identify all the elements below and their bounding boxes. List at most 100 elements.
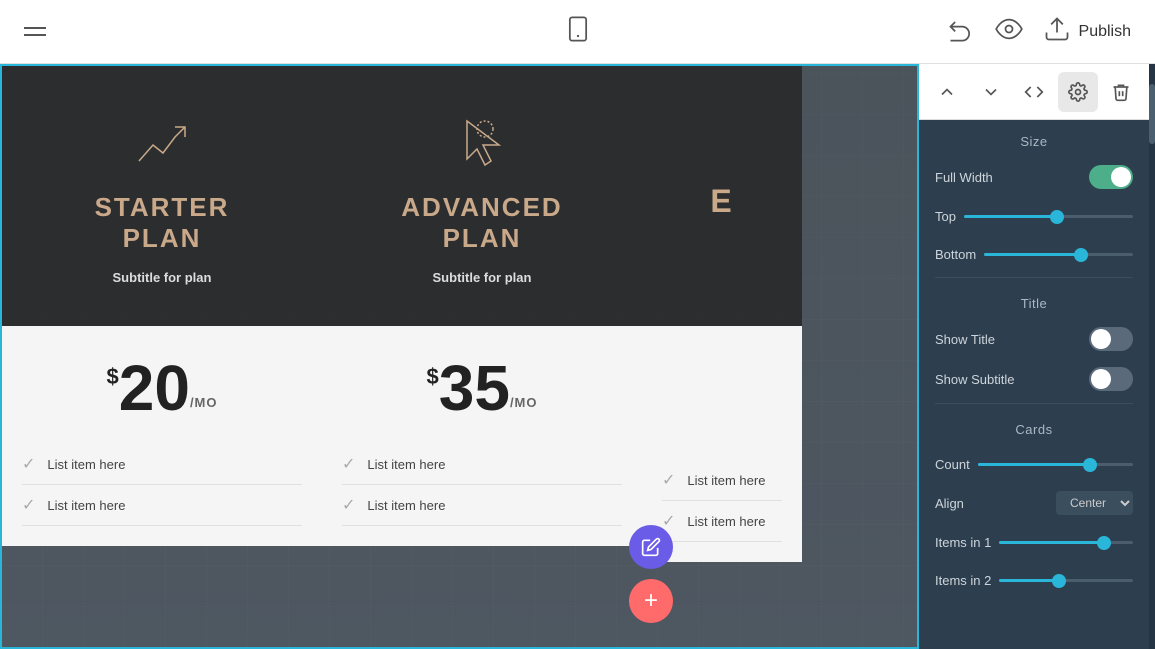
canvas[interactable]: STARTERPLAN Subtitle for plan $ 20 /MO ✓… <box>0 64 919 649</box>
items-in-1-slider[interactable] <box>999 541 1133 544</box>
starter-dollar: $ <box>107 364 119 390</box>
list-item-text: List item here <box>367 498 445 513</box>
items-in-1-label: Items in 1 <box>935 535 991 550</box>
items-in-1-row: Items in 1 <box>919 523 1149 561</box>
title-section-label: Title <box>919 282 1149 319</box>
scrollbar[interactable] <box>1149 64 1155 649</box>
preview-icon[interactable] <box>995 15 1023 48</box>
divider <box>935 403 1133 404</box>
items1-slider-track <box>999 541 1133 544</box>
topbar: Publish <box>0 0 1155 64</box>
card-header-advanced: ADVANCEDPLAN Subtitle for plan <box>322 66 642 326</box>
list-item: ✓ List item here <box>22 444 302 485</box>
top-slider-thumb[interactable] <box>1050 210 1064 224</box>
bottom-row: Bottom <box>919 235 1149 273</box>
list-item: ✓ List item here <box>342 485 622 526</box>
publish-icon <box>1043 15 1071 48</box>
topbar-left <box>24 27 46 36</box>
starter-card-body: $ 20 /MO ✓ List item here ✓ List item he… <box>2 326 322 546</box>
align-row: Align Center Left Right <box>919 483 1149 523</box>
undo-icon[interactable] <box>947 15 975 48</box>
edit-fab-button[interactable] <box>629 525 673 569</box>
pricing-card-advanced: ADVANCEDPLAN Subtitle for plan $ 35 /MO … <box>322 66 642 546</box>
bottom-label: Bottom <box>935 247 976 262</box>
check-icon: ✓ <box>342 454 355 474</box>
starter-amount: 20 <box>119 356 190 420</box>
panel-content: Size Full Width Top Bottom <box>919 120 1149 649</box>
divider <box>935 277 1133 278</box>
advanced-period: /MO <box>510 395 538 410</box>
count-slider[interactable] <box>978 463 1133 466</box>
list-item-text: List item here <box>367 457 445 472</box>
items-in-2-row: Items in 2 <box>919 561 1149 599</box>
third-plan-title: E <box>710 182 733 220</box>
starter-plan-title: STARTERPLAN <box>95 192 230 254</box>
show-subtitle-toggle[interactable] <box>1089 367 1133 391</box>
show-title-toggle[interactable] <box>1089 327 1133 351</box>
items1-slider-thumb[interactable] <box>1097 536 1111 550</box>
list-item: ✓ List item here <box>342 444 622 485</box>
top-slider-fill <box>964 215 1057 218</box>
toggle-knob <box>1091 369 1111 389</box>
pricing-card-third: E ✓ List item here ✓ List item here <box>642 66 802 562</box>
check-icon: ✓ <box>342 495 355 515</box>
top-slider-track <box>964 215 1133 218</box>
bottom-slider-thumb[interactable] <box>1074 248 1088 262</box>
items-in-2-slider[interactable] <box>999 579 1133 582</box>
toggle-knob <box>1091 329 1111 349</box>
list-item-text: List item here <box>687 473 765 488</box>
full-width-toggle[interactable] <box>1089 165 1133 189</box>
starter-period: /MO <box>190 395 218 410</box>
move-up-button[interactable] <box>927 72 967 112</box>
scroll-thumb[interactable] <box>1149 84 1155 144</box>
advanced-card-body: $ 35 /MO ✓ List item here ✓ List item he… <box>322 326 642 546</box>
starter-price: $ 20 /MO <box>22 356 302 420</box>
bottom-slider-track <box>984 253 1133 256</box>
list-item-text: List item here <box>47 457 125 472</box>
code-button[interactable] <box>1014 72 1054 112</box>
menu-icon[interactable] <box>24 27 46 36</box>
items-in-2-label: Items in 2 <box>935 573 991 588</box>
show-subtitle-row: Show Subtitle <box>919 359 1149 399</box>
add-fab-button[interactable]: + <box>629 579 673 623</box>
count-slider-track <box>978 463 1133 466</box>
advanced-dollar: $ <box>427 364 439 390</box>
count-row: Count <box>919 445 1149 483</box>
list-item: ✓ List item here <box>22 485 302 526</box>
top-slider[interactable] <box>964 215 1133 218</box>
advanced-amount: 35 <box>439 356 510 420</box>
fab-container: + <box>629 525 673 623</box>
align-dropdown[interactable]: Center Left Right <box>1056 491 1133 515</box>
items1-slider-fill <box>999 541 1103 544</box>
list-item-text: List item here <box>47 498 125 513</box>
third-price <box>662 356 782 436</box>
starter-plan-subtitle: Subtitle for plan <box>113 270 212 285</box>
show-title-row: Show Title <box>919 319 1149 359</box>
topbar-center <box>564 15 592 48</box>
publish-button[interactable]: Publish <box>1043 15 1131 48</box>
right-panel: Size Full Width Top Bottom <box>919 64 1149 649</box>
chart-icon <box>135 117 189 176</box>
toggle-knob <box>1111 167 1131 187</box>
pricing-card-starter: STARTERPLAN Subtitle for plan $ 20 /MO ✓… <box>2 66 322 546</box>
count-slider-thumb[interactable] <box>1083 458 1097 472</box>
show-subtitle-label: Show Subtitle <box>935 372 1015 387</box>
list-item-text: List item here <box>687 514 765 529</box>
advanced-price: $ 35 /MO <box>342 356 622 420</box>
advanced-plan-title: ADVANCEDPLAN <box>401 192 562 254</box>
bottom-slider[interactable] <box>984 253 1133 256</box>
move-down-button[interactable] <box>971 72 1011 112</box>
items2-slider-thumb[interactable] <box>1052 574 1066 588</box>
check-icon: ✓ <box>22 495 35 515</box>
count-label: Count <box>935 457 970 472</box>
top-label: Top <box>935 209 956 224</box>
bottom-slider-fill <box>984 253 1081 256</box>
delete-button[interactable] <box>1101 72 1141 112</box>
full-width-label: Full Width <box>935 170 993 185</box>
size-section-label: Size <box>919 120 1149 157</box>
cursor-icon <box>455 117 509 176</box>
settings-button[interactable] <box>1058 72 1098 112</box>
advanced-plan-subtitle: Subtitle for plan <box>433 270 532 285</box>
top-row: Top <box>919 197 1149 235</box>
mobile-preview-icon[interactable] <box>564 15 592 48</box>
